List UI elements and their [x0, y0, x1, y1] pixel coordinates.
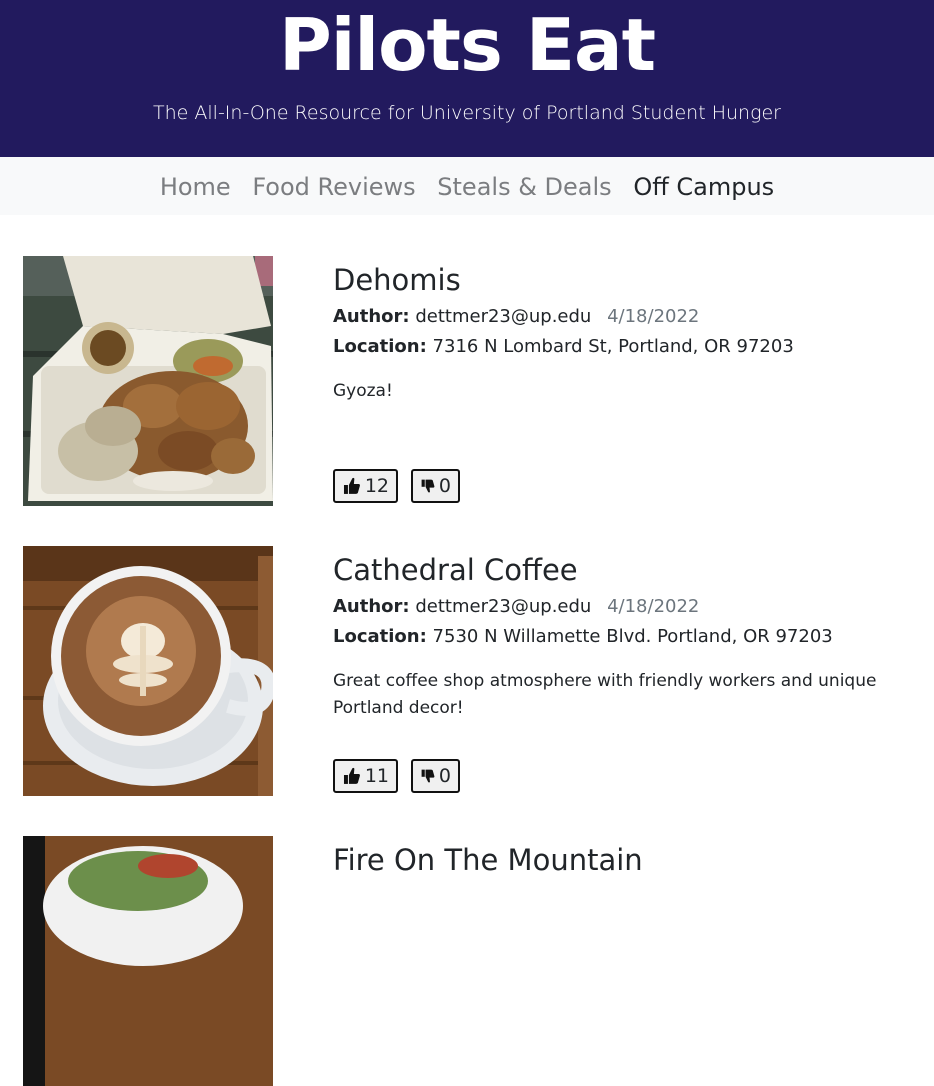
- post-card: Dehomis Author: dettmer23@up.edu 4/18/20…: [23, 256, 923, 506]
- nav-off-campus[interactable]: Off Campus: [633, 173, 774, 201]
- thumbs-up-icon: [343, 477, 360, 494]
- main-nav: Home Food Reviews Steals & Deals Off Cam…: [0, 157, 934, 215]
- post-description: Gyoza!: [333, 381, 393, 401]
- like-button[interactable]: 11: [333, 759, 398, 793]
- nav-food-reviews[interactable]: Food Reviews: [252, 173, 415, 201]
- post-location: 7316 N Lombard St, Portland, OR 97203: [432, 336, 794, 357]
- like-button[interactable]: 12: [333, 469, 398, 503]
- post-photo-gyoza: [23, 256, 273, 506]
- location-label: Location:: [333, 626, 427, 647]
- post-title: Dehomis: [333, 263, 461, 297]
- site-subtitle: The All-In-One Resource for University o…: [153, 102, 781, 124]
- post-date: 4/18/2022: [607, 596, 700, 617]
- post-author-line: Author: dettmer23@up.edu 4/18/2022: [333, 595, 699, 619]
- thumbs-down-icon: [421, 479, 435, 493]
- post-photo-coffee: [23, 546, 273, 796]
- like-count: 12: [364, 475, 389, 497]
- like-count: 11: [364, 765, 389, 787]
- post-title: Fire On The Mountain: [333, 843, 643, 877]
- nav-home[interactable]: Home: [160, 173, 231, 201]
- author-label: Author:: [333, 306, 410, 327]
- post-photo-salad: [23, 836, 273, 1086]
- dislike-button[interactable]: 0: [411, 469, 460, 503]
- post-date: 4/18/2022: [607, 306, 700, 327]
- site-title: Pilots Eat: [278, 3, 656, 87]
- post-title: Cathedral Coffee: [333, 553, 578, 587]
- location-label: Location:: [333, 336, 427, 357]
- post-location-line: Location: 7316 N Lombard St, Portland, O…: [333, 335, 794, 359]
- post-card: Cathedral Coffee Author: dettmer23@up.ed…: [23, 546, 923, 796]
- post-location-line: Location: 7530 N Willamette Blvd. Portla…: [333, 625, 833, 649]
- post-author: dettmer23@up.edu: [415, 596, 592, 617]
- dislike-button[interactable]: 0: [411, 759, 460, 793]
- post-location: 7530 N Willamette Blvd. Portland, OR 972…: [432, 626, 833, 647]
- nav-steals-deals[interactable]: Steals & Deals: [437, 173, 611, 201]
- post-description: Great coffee shop atmosphere with friend…: [333, 671, 877, 718]
- site-header: Pilots Eat The All-In-One Resource for U…: [0, 0, 934, 157]
- thumbs-down-icon: [421, 769, 435, 783]
- post-card: Fire On The Mountain: [23, 836, 923, 1086]
- dislike-count: 0: [438, 475, 451, 497]
- post-author: dettmer23@up.edu: [415, 306, 592, 327]
- author-label: Author:: [333, 596, 410, 617]
- post-author-line: Author: dettmer23@up.edu 4/18/2022: [333, 305, 699, 329]
- dislike-count: 0: [438, 765, 451, 787]
- thumbs-up-icon: [343, 767, 360, 784]
